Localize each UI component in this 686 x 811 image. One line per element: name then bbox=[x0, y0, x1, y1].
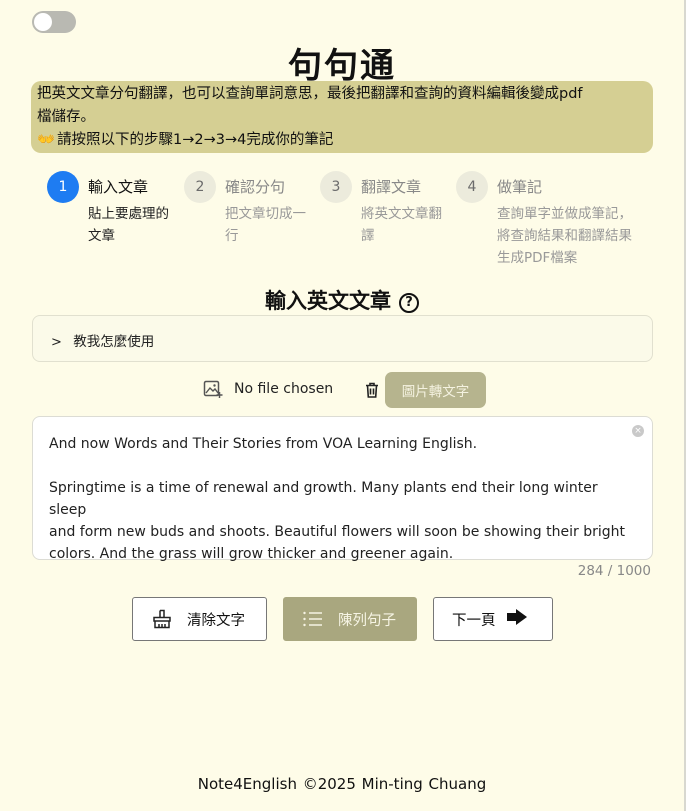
hands-icon: 👐 bbox=[37, 132, 55, 148]
image-upload-icon[interactable] bbox=[203, 379, 223, 399]
intro-banner: 把英文文章分句翻譯，也可以查詢單詞意思，最後把翻譯和查詢的資料編輯後變成pdf … bbox=[31, 81, 653, 153]
image-to-text-button[interactable]: 圖片轉文字 bbox=[385, 372, 486, 408]
step-description: 查詢單字並做成筆記， 將查詢結果和翻譯結果 生成PDF檔案 bbox=[497, 203, 632, 269]
article-line: and form new buds and shoots. Beautiful … bbox=[49, 524, 625, 540]
list-sentences-label: 陳列句子 bbox=[338, 612, 396, 629]
file-input-status[interactable]: No file chosen bbox=[234, 381, 333, 397]
step-desc-line: 文章 bbox=[88, 228, 115, 244]
intro-steps-text: 請按照以下的步驟1→2→3→4完成你的筆記 bbox=[57, 132, 334, 148]
trash-icon[interactable] bbox=[363, 381, 381, 399]
next-page-label: 下一頁 bbox=[452, 612, 496, 629]
section-title: 輸入英文文章 bbox=[265, 289, 391, 313]
list-icon bbox=[302, 610, 324, 628]
stepper: 1 輸入文章 貼上要處理的 文章 2 確認分句 把文章切成一 行 3 翻譯文章 … bbox=[47, 170, 667, 270]
app-title: 句句通 bbox=[288, 46, 396, 86]
intro-text-line3: 👐 請按照以下的步驟1→2→3→4完成你的筆記 bbox=[37, 129, 647, 152]
step-description: 把文章切成一 行 bbox=[225, 203, 306, 247]
intro-text-line2: 檔儲存。 bbox=[37, 109, 95, 125]
page-frame: 句句通 把英文文章分句翻譯，也可以查詢單詞意思，最後把翻譯和查詢的資料編輯後變成… bbox=[0, 0, 686, 811]
list-sentences-button[interactable]: 陳列句子 bbox=[283, 597, 417, 641]
next-page-button[interactable]: 下一頁 bbox=[433, 597, 553, 641]
footer-credit: Note4English ©2025 Min-ting Chuang bbox=[197, 775, 487, 793]
clear-text-label: 清除文字 bbox=[187, 612, 245, 629]
step-title: 翻譯文章 bbox=[361, 178, 422, 196]
step-title: 輸入文章 bbox=[88, 178, 149, 196]
clear-text-icon[interactable]: × bbox=[632, 425, 644, 437]
step-title: 確認分句 bbox=[225, 178, 286, 196]
step-description: 貼上要處理的 文章 bbox=[88, 203, 169, 247]
upload-row: No file chosen 圖片轉文字 bbox=[0, 371, 686, 408]
article-line: colors. And the grass will grow thicker … bbox=[49, 546, 454, 562]
help-icon[interactable]: ? bbox=[399, 293, 419, 313]
clear-text-button[interactable]: 清除文字 bbox=[132, 597, 267, 641]
help-accordion[interactable]: > 教我怎麼使用 bbox=[32, 315, 653, 362]
step-desc-line: 查詢單字並做成筆記， bbox=[497, 206, 632, 222]
toggle-knob bbox=[34, 13, 52, 31]
character-counter: 284 / 1000 bbox=[577, 563, 651, 579]
step-desc-line: 將英文文章翻 bbox=[361, 206, 442, 222]
article-line: Springtime is a time of renewal and grow… bbox=[49, 480, 598, 518]
broom-icon bbox=[151, 609, 173, 629]
article-textarea[interactable]: And now Words and Their Stories from VOA… bbox=[32, 416, 653, 562]
article-line: And now Words and Their Stories from VOA… bbox=[49, 436, 478, 452]
step-description: 將英文文章翻 譯 bbox=[361, 203, 442, 247]
section-heading: 輸入英文文章? bbox=[0, 285, 684, 315]
step-number: 2 bbox=[184, 171, 216, 203]
step-number: 3 bbox=[320, 171, 352, 203]
intro-text-line1: 把英文文章分句翻譯，也可以查詢單詞意思，最後把翻譯和查詢的資料編輯後變成pdf bbox=[37, 86, 583, 102]
arrow-right-icon bbox=[506, 608, 528, 630]
step-desc-line: 生成PDF檔案 bbox=[497, 250, 578, 266]
step-desc-line: 貼上要處理的 bbox=[88, 206, 169, 222]
accordion-label: 教我怎麼使用 bbox=[73, 334, 155, 350]
chevron-right-icon: > bbox=[51, 335, 62, 350]
step-desc-line: 把文章切成一 bbox=[225, 206, 306, 222]
step-title: 做筆記 bbox=[497, 178, 543, 196]
step-desc-line: 將查詢結果和翻譯結果 bbox=[497, 228, 632, 244]
theme-toggle[interactable] bbox=[32, 11, 76, 33]
step-number: 4 bbox=[456, 171, 488, 203]
step-desc-line: 譯 bbox=[361, 228, 375, 244]
step-number: 1 bbox=[47, 171, 79, 203]
step-desc-line: 行 bbox=[225, 228, 239, 244]
